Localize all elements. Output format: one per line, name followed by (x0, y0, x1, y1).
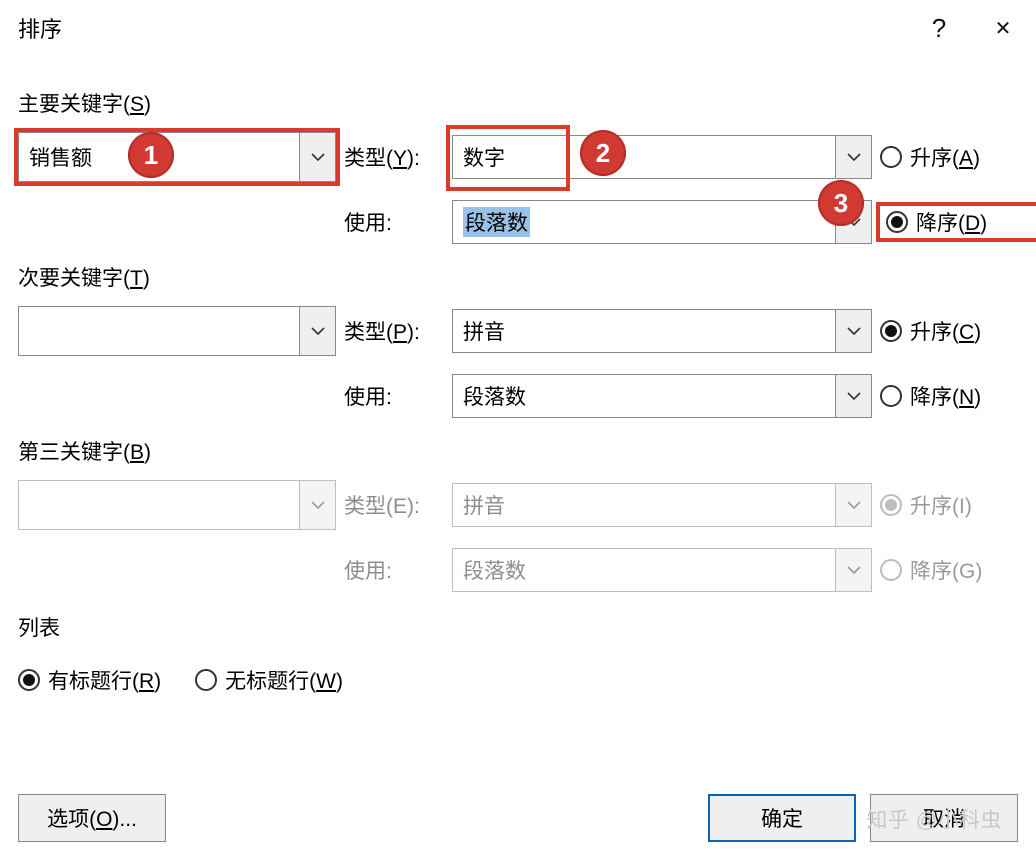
primary-use-label: 使用: (344, 207, 444, 237)
ok-button[interactable]: 确定 (708, 794, 856, 842)
primary-key-heading: 主要关键字(S) (18, 88, 1018, 118)
primary-asc-radio[interactable]: 升序(A) (880, 141, 1036, 173)
chevron-down-icon[interactable] (299, 307, 335, 355)
radio-icon (880, 320, 902, 342)
tertiary-use-combo: 段落数 (452, 548, 872, 592)
window-title: 排序 (18, 12, 62, 44)
secondary-type-label: 类型(P): (344, 316, 444, 346)
secondary-use-value: 段落数 (453, 375, 835, 417)
radio-icon (880, 385, 902, 407)
tertiary-desc-radio: 降序(G) (880, 554, 1036, 586)
tertiary-type-value: 拼音 (453, 484, 835, 526)
options-button[interactable]: 选项(O)... (18, 794, 166, 842)
annotation-badge-2: 2 (580, 130, 626, 176)
primary-desc-radio[interactable]: 降序(D) (880, 206, 1036, 238)
secondary-desc-radio[interactable]: 降序(N) (880, 380, 1036, 412)
secondary-field-value (19, 307, 299, 355)
chevron-down-icon (835, 549, 871, 591)
button-bar: 选项(O)... 确定 取消 (0, 794, 1036, 842)
primary-type-combo[interactable]: 数字 (452, 135, 872, 179)
has-header-radio[interactable]: 有标题行(R) (18, 664, 161, 696)
secondary-asc-radio[interactable]: 升序(C) (880, 315, 1036, 347)
tertiary-type-label: 类型(E): (344, 490, 444, 520)
tertiary-type-combo: 拼音 (452, 483, 872, 527)
chevron-down-icon[interactable] (835, 136, 871, 178)
radio-icon (886, 211, 908, 233)
tertiary-asc-radio: 升序(I) (880, 489, 1036, 521)
chevron-down-icon[interactable] (299, 133, 335, 181)
close-icon: ✕ (995, 16, 1012, 41)
secondary-type-value: 拼音 (453, 310, 835, 352)
tertiary-use-label: 使用: (344, 555, 444, 585)
cancel-button[interactable]: 取消 (870, 794, 1018, 842)
tertiary-field-value (19, 481, 299, 529)
secondary-use-combo[interactable]: 段落数 (452, 374, 872, 418)
radio-icon (880, 559, 902, 581)
list-heading: 列表 (18, 612, 1018, 642)
close-button[interactable]: ✕ (970, 0, 1036, 56)
help-icon: ? (932, 13, 946, 44)
secondary-field-combo[interactable] (18, 306, 336, 356)
titlebar: 排序 ? ✕ (0, 0, 1036, 56)
radio-icon (195, 669, 217, 691)
primary-type-value: 数字 (453, 136, 835, 178)
secondary-key-heading: 次要关键字(T) (18, 262, 1018, 292)
no-header-radio[interactable]: 无标题行(W) (195, 664, 343, 696)
radio-icon (880, 146, 902, 168)
chevron-down-icon[interactable] (835, 310, 871, 352)
primary-field-combo[interactable]: 销售额 (18, 132, 336, 182)
secondary-use-label: 使用: (344, 381, 444, 411)
radio-icon (18, 669, 40, 691)
primary-use-value: 段落数 (463, 207, 530, 237)
help-button[interactable]: ? (908, 0, 970, 56)
chevron-down-icon[interactable] (835, 375, 871, 417)
secondary-type-combo[interactable]: 拼音 (452, 309, 872, 353)
primary-type-label: 类型(Y): (344, 142, 444, 172)
tertiary-use-value: 段落数 (453, 549, 835, 591)
chevron-down-icon (835, 484, 871, 526)
annotation-badge-1: 1 (128, 132, 174, 178)
primary-use-combo[interactable]: 段落数 (452, 200, 872, 244)
tertiary-field-combo (18, 480, 336, 530)
tertiary-key-heading: 第三关键字(B) (18, 436, 1018, 466)
annotation-badge-3: 3 (818, 180, 864, 226)
radio-icon (880, 494, 902, 516)
chevron-down-icon (299, 481, 335, 529)
